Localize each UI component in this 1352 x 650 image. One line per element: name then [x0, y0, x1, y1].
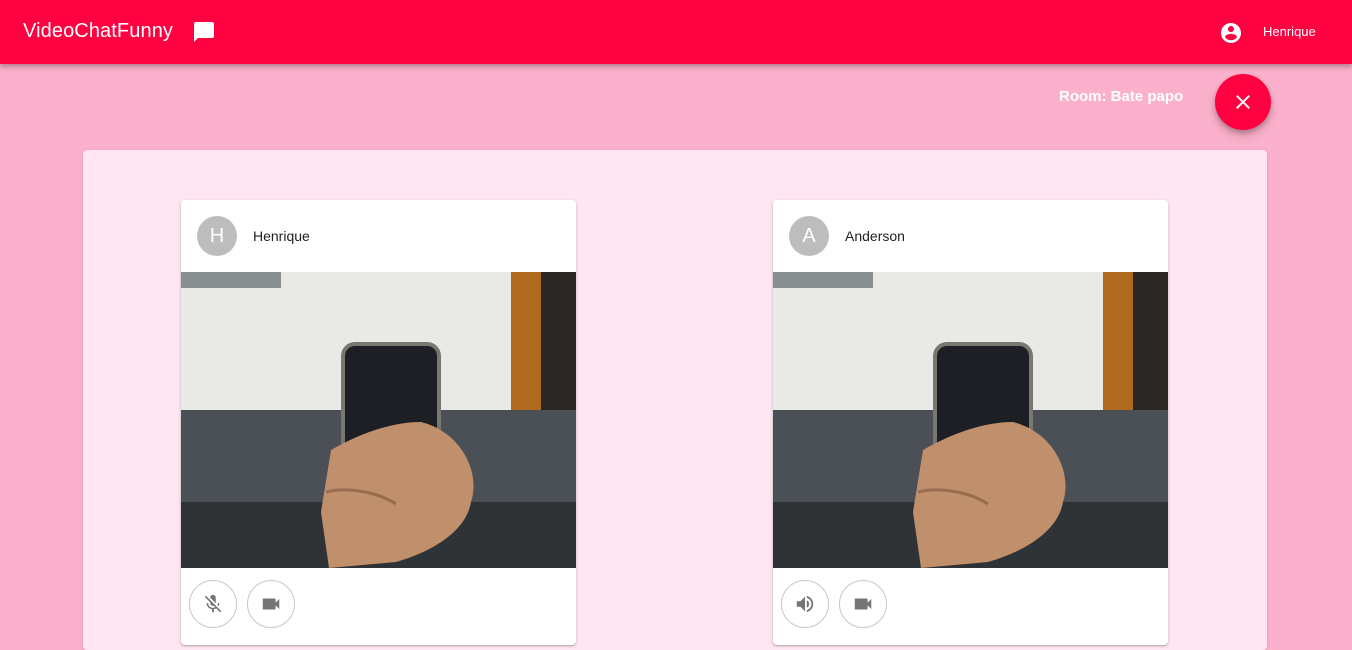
user-menu-button[interactable]: Henrique [1208, 14, 1328, 50]
toggle-camera-button[interactable] [247, 580, 295, 628]
participant-name: Anderson [845, 228, 905, 244]
toggle-camera-button[interactable] [839, 580, 887, 628]
leave-room-button[interactable] [1215, 74, 1271, 130]
avatar: H [197, 216, 237, 256]
card-header: A Anderson [773, 200, 1168, 272]
room-label: Room: Bate papo [1059, 88, 1184, 105]
video-frame [773, 272, 1168, 568]
media-controls [181, 568, 576, 640]
videocam-icon [262, 598, 280, 610]
video-frame [181, 272, 576, 568]
toggle-audio-button[interactable] [781, 580, 829, 628]
volume-up-icon [796, 595, 814, 613]
app-title: VideoChatFunny [23, 20, 174, 42]
participant-card: H Henrique [181, 200, 576, 645]
video-feed [181, 272, 576, 568]
video-feed [773, 272, 1168, 568]
card-header: H Henrique [181, 200, 576, 272]
mute-microphone-button[interactable] [189, 580, 237, 628]
avatar: A [789, 216, 829, 256]
participant-card: A Anderson [773, 200, 1168, 645]
media-controls [773, 568, 1168, 640]
videocam-icon [854, 598, 872, 610]
close-icon [1236, 95, 1250, 109]
user-name: Henrique [1263, 24, 1316, 39]
chat-button[interactable] [188, 16, 220, 48]
account-circle-icon [1221, 23, 1241, 43]
participant-name: Henrique [253, 228, 310, 244]
mic-off-icon [204, 594, 222, 613]
app-bar: VideoChatFunny Henrique [0, 0, 1352, 64]
chat-bubble-icon [194, 22, 214, 42]
